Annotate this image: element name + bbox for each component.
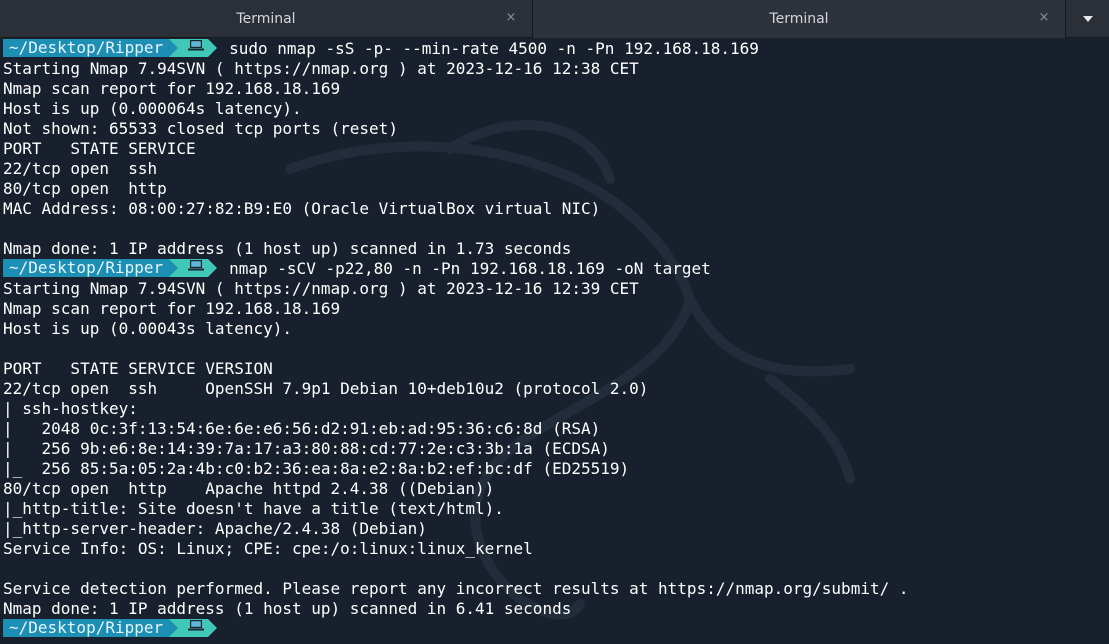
output-line: |_http-title: Site doesn't have a title …	[3, 499, 504, 518]
tab-terminal-1[interactable]: Terminal ×	[0, 0, 533, 38]
prompt-line: ~/Desktop/Ripper sudo nmap -sS -p- --min-…	[3, 39, 1109, 59]
prompt-separator-icon	[169, 259, 179, 277]
output-line: Host is up (0.00043s latency).	[3, 319, 292, 338]
laptop-icon	[178, 619, 209, 637]
prompt-path: ~/Desktop/Ripper	[3, 619, 170, 637]
prompt-separator-icon	[208, 39, 218, 57]
chevron-down-icon	[1082, 16, 1093, 22]
shell-prompt: ~/Desktop/Ripper	[3, 259, 218, 277]
prompt-separator-icon	[208, 259, 218, 277]
prompt-line: ~/Desktop/Ripper nmap -sCV -p22,80 -n -Pn…	[3, 259, 1109, 279]
terminal-lines: ~/Desktop/Ripper sudo nmap -sS -p- --min-…	[3, 39, 1109, 639]
shell-prompt: ~/Desktop/Ripper	[3, 619, 218, 637]
output-line: |_ 256 85:5a:05:2a:4b:c0:b2:36:ea:8a:e2:…	[3, 459, 630, 478]
output-line: 22/tcp open ssh	[3, 159, 158, 178]
output-line: Host is up (0.000064s latency).	[3, 99, 302, 118]
output-line: Nmap done: 1 IP address (1 host up) scan…	[3, 239, 572, 258]
output-line: Service Info: OS: Linux; CPE: cpe:/o:lin…	[3, 539, 533, 558]
output-line: Starting Nmap 7.94SVN ( https://nmap.org…	[3, 279, 639, 298]
output-line: Service detection performed. Please repo…	[3, 579, 909, 598]
output-line: Nmap scan report for 192.168.18.169	[3, 79, 341, 98]
tab-menu-button[interactable]	[1066, 0, 1109, 38]
prompt-separator-icon	[169, 39, 179, 57]
laptop-icon	[178, 39, 209, 57]
output-line: 80/tcp open http	[3, 179, 167, 198]
output-line: |_http-server-header: Apache/2.4.38 (Deb…	[3, 519, 427, 538]
output-line: | ssh-hostkey:	[3, 399, 148, 418]
output-line: PORT STATE SERVICE VERSION	[3, 359, 273, 378]
close-icon[interactable]: ×	[504, 11, 518, 25]
tab-title: Terminal	[236, 11, 296, 27]
output-line: Nmap done: 1 IP address (1 host up) scan…	[3, 599, 572, 618]
tab-terminal-2[interactable]: Terminal ×	[533, 0, 1066, 38]
prompt-separator-icon	[169, 619, 179, 637]
output-line: PORT STATE SERVICE	[3, 139, 196, 158]
prompt-separator-icon	[208, 619, 218, 637]
output-line: 80/tcp open http Apache httpd 2.4.38 ((D…	[3, 479, 495, 498]
output-line: Starting Nmap 7.94SVN ( https://nmap.org…	[3, 59, 639, 78]
prompt-line: ~/Desktop/Ripper	[3, 619, 1109, 639]
tab-bar: Terminal × Terminal ×	[0, 0, 1109, 38]
output-line: | 2048 0c:3f:13:54:6e:6e:e6:56:d2:91:eb:…	[3, 419, 601, 438]
output-line: 22/tcp open ssh OpenSSH 7.9p1 Debian 10+…	[3, 379, 649, 398]
shell-prompt: ~/Desktop/Ripper	[3, 39, 218, 57]
output-line: MAC Address: 08:00:27:82:B9:E0 (Oracle V…	[3, 199, 601, 218]
output-line: | 256 9b:e6:8e:14:39:7a:17:a3:80:88:cd:7…	[3, 439, 610, 458]
prompt-path: ~/Desktop/Ripper	[3, 259, 170, 277]
prompt-path: ~/Desktop/Ripper	[3, 39, 170, 57]
output-line: Not shown: 65533 closed tcp ports (reset…	[3, 119, 398, 138]
output-line: Nmap scan report for 192.168.18.169	[3, 299, 341, 318]
close-icon[interactable]: ×	[1037, 11, 1051, 25]
command-text: nmap -sCV -p22,80 -n -Pn 192.168.18.169 …	[229, 259, 711, 278]
command-text: sudo nmap -sS -p- --min-rate 4500 -n -Pn…	[229, 39, 759, 58]
laptop-icon	[178, 259, 209, 277]
terminal-output[interactable]: ~/Desktop/Ripper sudo nmap -sS -p- --min-…	[0, 39, 1109, 644]
tab-title: Terminal	[769, 11, 829, 27]
